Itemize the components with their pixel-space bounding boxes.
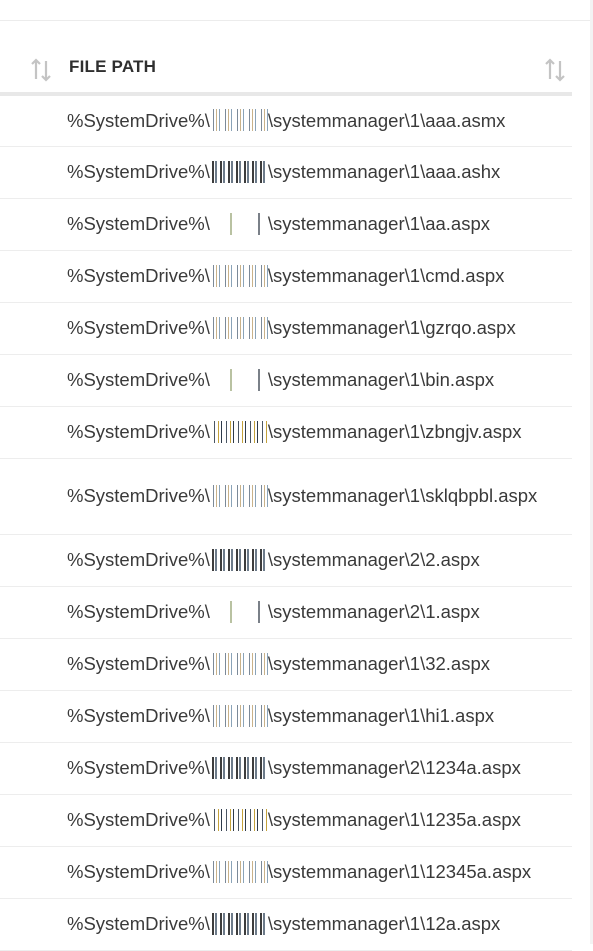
path-prefix: %SystemDrive%\ — [67, 653, 210, 674]
redacted-segment — [209, 109, 268, 132]
path-suffix: \systemmanager\1\12345a.aspx — [267, 861, 532, 882]
path-suffix: \systemmanager\2\1234a.aspx — [267, 757, 521, 778]
table-row[interactable]: %SystemDrive%\ \systemmanager\2\1234a.asp… — [0, 742, 572, 795]
sort-arrows-icon[interactable] — [544, 58, 566, 82]
file-path-cell: %SystemDrive%\ \systemmanager\1\aaa.ashx — [67, 146, 572, 199]
path-suffix: \systemmanager\1\1235a.aspx — [267, 809, 521, 830]
table-row[interactable]: %SystemDrive%\ \systemmanager\1\zbngjv.as… — [0, 406, 572, 459]
table-row[interactable]: %SystemDrive%\ \systemmanager\1\12a.aspx — [0, 898, 572, 951]
redacted-segment — [209, 264, 268, 287]
sort-column-header[interactable] — [0, 42, 67, 96]
path-prefix: %SystemDrive%\ — [67, 213, 210, 234]
path-suffix: \systemmanager\1\zbngjv.aspx — [267, 421, 522, 442]
path-suffix: \systemmanager\1\bin.aspx — [267, 369, 495, 390]
redacted-segment — [209, 316, 268, 339]
table-row[interactable]: %SystemDrive%\ \systemmanager\2\2.aspx — [0, 534, 572, 587]
redacted-segment — [209, 368, 268, 391]
sort-arrows-icon[interactable] — [30, 58, 52, 82]
path-suffix: \systemmanager\2\2.aspx — [267, 549, 480, 570]
redacted-segment — [209, 704, 268, 727]
path-suffix: \systemmanager\2\1.aspx — [267, 601, 480, 622]
path-suffix: \systemmanager\1\aaa.asmx — [267, 109, 506, 131]
table-row[interactable]: %SystemDrive%\ \systemmanager\1\bin.aspx — [0, 354, 572, 407]
path-prefix: %SystemDrive%\ — [67, 485, 210, 506]
path-suffix: \systemmanager\1\gzrqo.aspx — [267, 317, 516, 338]
file-path-cell: %SystemDrive%\ \systemmanager\1\cmd.aspx — [67, 250, 572, 303]
file-path-cell: %SystemDrive%\ \systemmanager\1\aa.aspx — [67, 198, 572, 251]
file-path-cell: %SystemDrive%\ \systemmanager\1\bin.aspx — [67, 354, 572, 407]
table-row[interactable]: %SystemDrive%\ \systemmanager\1\32.aspx — [0, 638, 572, 691]
table-row[interactable]: %SystemDrive%\ \systemmanager\1\1235a.asp… — [0, 794, 572, 847]
redacted-segment — [209, 756, 268, 779]
file-path-header-label: FILE PATH — [69, 57, 157, 76]
path-prefix: %SystemDrive%\ — [67, 809, 210, 830]
file-path-cell: %SystemDrive%\ \systemmanager\1\zbngjv.as… — [67, 406, 572, 459]
redacted-segment — [209, 484, 268, 507]
file-path-column-header[interactable]: FILE PATH — [67, 42, 572, 96]
path-prefix: %SystemDrive%\ — [67, 913, 210, 934]
table-row[interactable]: %SystemDrive%\ \systemmanager\1\gzrqo.asp… — [0, 302, 572, 355]
redacted-segment — [209, 808, 268, 831]
path-prefix: %SystemDrive%\ — [67, 369, 210, 390]
path-suffix: \systemmanager\1\aaa.ashx — [267, 161, 501, 182]
redacted-segment — [209, 860, 268, 883]
table-row[interactable]: %SystemDrive%\ \systemmanager\2\1.aspx — [0, 586, 572, 639]
file-path-cell: %SystemDrive%\ \systemmanager\1\12a.aspx — [67, 898, 572, 951]
redacted-segment — [209, 420, 268, 443]
path-prefix: %SystemDrive%\ — [67, 109, 210, 131]
path-prefix: %SystemDrive%\ — [67, 705, 210, 726]
path-prefix: %SystemDrive%\ — [67, 549, 210, 570]
path-suffix: \systemmanager\1\hi1.aspx — [267, 705, 495, 726]
file-path-cell: %SystemDrive%\ \systemmanager\1\gzrqo.asp… — [67, 302, 572, 355]
redacted-segment — [209, 600, 268, 623]
path-suffix: \systemmanager\1\aa.aspx — [267, 213, 490, 234]
path-prefix: %SystemDrive%\ — [67, 861, 210, 882]
path-prefix: %SystemDrive%\ — [67, 265, 210, 286]
table-header-row: FILE PATH — [0, 42, 572, 96]
path-prefix: %SystemDrive%\ — [67, 421, 210, 442]
redacted-segment — [209, 548, 268, 571]
table-row[interactable]: %SystemDrive%\ \systemmanager\1\cmd.aspx — [0, 250, 572, 303]
redacted-segment — [209, 652, 268, 675]
file-path-cell: %SystemDrive%\ \systemmanager\1\32.aspx — [67, 638, 572, 691]
file-path-cell: %SystemDrive%\ \systemmanager\1\1235a.asp… — [67, 794, 572, 847]
redacted-segment — [209, 912, 268, 935]
path-suffix: \systemmanager\1\32.aspx — [267, 653, 490, 674]
file-path-cell: %SystemDrive%\ \systemmanager\1\aaa.asmx — [67, 94, 572, 147]
path-prefix: %SystemDrive%\ — [67, 757, 210, 778]
file-path-cell: %SystemDrive%\ \systemmanager\2\1.aspx — [67, 586, 572, 639]
redacted-segment — [209, 160, 268, 183]
file-path-cell: %SystemDrive%\ \systemmanager\2\1234a.asp… — [67, 742, 572, 795]
table-row[interactable]: %SystemDrive%\ \systemmanager\1\sklqbpbl.… — [0, 458, 572, 535]
top-divider — [0, 0, 590, 21]
path-prefix: %SystemDrive%\ — [67, 161, 210, 182]
table-row[interactable]: %SystemDrive%\ \systemmanager\1\aa.aspx — [0, 198, 572, 251]
path-suffix: \systemmanager\1\sklqbpbl.aspx — [267, 485, 538, 506]
file-path-cell: %SystemDrive%\ \systemmanager\1\12345a.as… — [67, 846, 572, 899]
file-path-cell: %SystemDrive%\ \systemmanager\1\sklqbpbl.… — [67, 458, 572, 535]
redacted-segment — [209, 212, 268, 235]
table-row[interactable]: %SystemDrive%\ \systemmanager\1\aaa.asmx — [0, 94, 572, 147]
path-prefix: %SystemDrive%\ — [67, 601, 210, 622]
table-row[interactable]: %SystemDrive%\ \systemmanager\1\aaa.ashx — [0, 146, 572, 199]
file-path-table: FILE PATH %SystemDrive%\ \systemmanager\1… — [0, 42, 572, 951]
path-suffix: \systemmanager\1\12a.aspx — [267, 913, 501, 934]
file-path-cell: %SystemDrive%\ \systemmanager\2\2.aspx — [67, 534, 572, 587]
file-path-cell: %SystemDrive%\ \systemmanager\1\hi1.aspx — [67, 690, 572, 743]
table-row[interactable]: %SystemDrive%\ \systemmanager\1\hi1.aspx — [0, 690, 572, 743]
path-suffix: \systemmanager\1\cmd.aspx — [267, 265, 505, 286]
table-row[interactable]: %SystemDrive%\ \systemmanager\1\12345a.as… — [0, 846, 572, 899]
path-prefix: %SystemDrive%\ — [67, 317, 210, 338]
